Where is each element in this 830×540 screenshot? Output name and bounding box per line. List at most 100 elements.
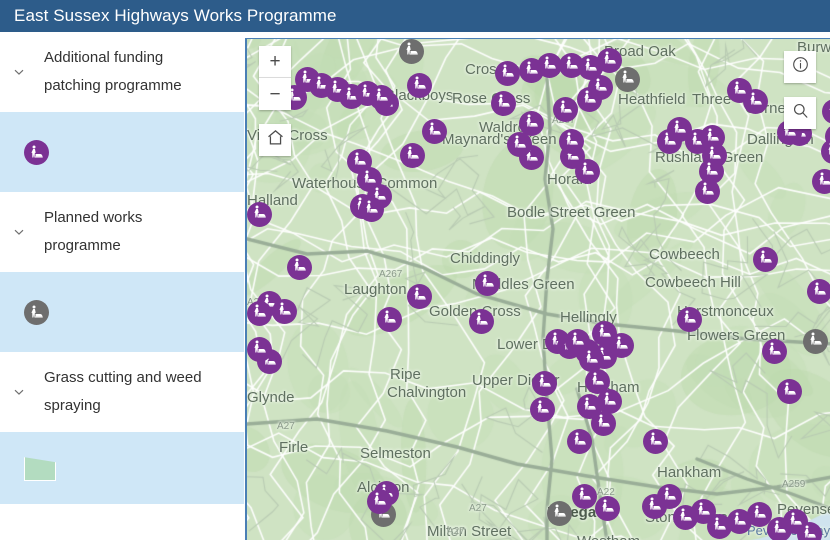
- road-worker-icon: [479, 273, 496, 295]
- legend-symbol-row-roadworks[interactable]: [0, 112, 244, 192]
- map-marker[interactable]: [572, 484, 597, 509]
- road-worker-icon: [731, 511, 748, 533]
- legend-group-label: Additional funding patching programme: [44, 49, 182, 94]
- zoom-in-button[interactable]: +: [259, 46, 291, 78]
- road-worker-icon: [373, 87, 390, 109]
- map-view[interactable]: Broad OakBurwash WealdCross in HandBlack…: [245, 38, 830, 540]
- map-marker[interactable]: [532, 371, 557, 396]
- map-marker[interactable]: [567, 429, 592, 454]
- zoom-out-button[interactable]: −: [259, 78, 291, 110]
- map-marker[interactable]: [469, 309, 494, 334]
- map-marker[interactable]: [777, 379, 802, 404]
- road-worker-icon: [781, 381, 798, 403]
- map-marker[interactable]: [475, 271, 500, 296]
- map-marker[interactable]: [547, 501, 572, 526]
- road-worker-icon: [599, 498, 616, 520]
- map-marker[interactable]: [677, 307, 702, 332]
- home-button[interactable]: [259, 124, 291, 156]
- map-marker[interactable]: [247, 337, 272, 362]
- road-worker-icon: [825, 141, 830, 163]
- road-worker-icon: [371, 491, 388, 513]
- map-marker[interactable]: [377, 307, 402, 332]
- road-worker-icon: [699, 181, 716, 203]
- map-marker[interactable]: [407, 284, 432, 309]
- road-worker-icon: [619, 69, 636, 91]
- road-worker-icon: [536, 373, 553, 395]
- map-marker[interactable]: [369, 85, 394, 110]
- map-marker[interactable]: [762, 339, 787, 364]
- road-worker-icon: [499, 63, 516, 85]
- zoom-control[interactable]: + −: [259, 46, 291, 110]
- road-worker-icon: [579, 161, 596, 183]
- road-worker-icon: [404, 145, 421, 167]
- road-worker-icon: [711, 516, 728, 538]
- map-marker[interactable]: [591, 411, 616, 436]
- legend-group-header[interactable]: Planned works programme: [0, 192, 244, 272]
- road-worker-icon: [751, 504, 768, 526]
- legend-group-header[interactable]: Additional funding patching programme: [0, 32, 244, 112]
- road-worker-icon: [291, 257, 308, 279]
- map-marker[interactable]: [530, 397, 555, 422]
- map-marker[interactable]: [727, 78, 752, 103]
- map-marker[interactable]: [797, 522, 822, 540]
- map-marker[interactable]: [553, 97, 578, 122]
- legend-symbol-row-grass-area[interactable]: [0, 432, 244, 504]
- map-marker[interactable]: [707, 514, 732, 539]
- map-marker[interactable]: [272, 299, 297, 324]
- road-worker-icon: [563, 131, 580, 153]
- search-button[interactable]: [784, 97, 816, 129]
- map-marker[interactable]: [407, 73, 432, 98]
- map-marker[interactable]: [495, 61, 520, 86]
- application-window: East Sussex Highways Works Programme Add…: [0, 0, 830, 540]
- chevron-down-icon[interactable]: [4, 225, 34, 239]
- map-marker[interactable]: [592, 321, 617, 346]
- road-worker-icon: [495, 93, 512, 115]
- map-marker[interactable]: [400, 143, 425, 168]
- map-marker[interactable]: [577, 87, 602, 112]
- map-marker[interactable]: [753, 247, 778, 272]
- legend-swatch: [24, 139, 70, 165]
- legend-sidebar[interactable]: Additional funding patching programme Pl…: [0, 32, 244, 540]
- map-marker[interactable]: [643, 429, 668, 454]
- road-worker-icon: [647, 431, 664, 453]
- road-worker-icon: [251, 339, 268, 361]
- map-marker[interactable]: [367, 489, 392, 514]
- map-marker[interactable]: [247, 301, 272, 326]
- legend-group-grass-cutting: Grass cutting and weed spraying: [0, 352, 244, 432]
- road-worker-icon: [24, 139, 49, 165]
- info-button[interactable]: [784, 51, 816, 83]
- road-worker-icon: [411, 286, 428, 308]
- road-worker-icon: [661, 486, 678, 508]
- chevron-down-icon[interactable]: [4, 385, 34, 399]
- map-marker[interactable]: [559, 129, 584, 154]
- map-marker[interactable]: [657, 484, 682, 509]
- map-marker[interactable]: [247, 202, 272, 227]
- chevron-down-icon[interactable]: [4, 65, 34, 79]
- map-marker[interactable]: [595, 496, 620, 521]
- road-worker-icon: [807, 331, 824, 353]
- map-marker[interactable]: [695, 179, 720, 204]
- map-marker[interactable]: [807, 279, 830, 304]
- road-worker-icon: [731, 80, 748, 102]
- road-worker-icon: [381, 309, 398, 331]
- legend-group-header[interactable]: Grass cutting and weed spraying: [0, 352, 244, 432]
- map-marker[interactable]: [615, 67, 640, 92]
- map-marker[interactable]: [287, 255, 312, 280]
- road-worker-icon: [24, 299, 49, 325]
- map-marker[interactable]: [803, 329, 828, 354]
- road-worker-icon: [766, 341, 783, 363]
- map-marker[interactable]: [507, 132, 532, 157]
- road-worker-icon: [523, 113, 540, 135]
- map-marker[interactable]: [575, 159, 600, 184]
- search-icon: [791, 101, 810, 125]
- map-marker[interactable]: [422, 119, 447, 144]
- info-icon: [791, 55, 810, 79]
- road-worker-icon: [811, 281, 828, 303]
- legend-symbol-row-planned[interactable]: [0, 272, 244, 352]
- road-worker-icon: [511, 134, 528, 156]
- map-marker[interactable]: [359, 197, 384, 222]
- map-marker[interactable]: [491, 91, 516, 116]
- map-marker[interactable]: [579, 347, 604, 372]
- map-marker[interactable]: [399, 39, 424, 64]
- map-marker[interactable]: [812, 169, 830, 194]
